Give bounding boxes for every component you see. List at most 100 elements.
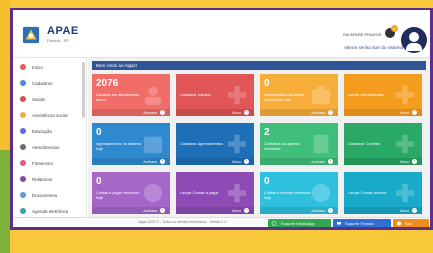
card-contas-receber[interactable]: 0 Contas a receber vencendo hoje Acessar… <box>260 172 338 214</box>
technical-support-button[interactable]: Suporte Técnico <box>333 219 391 227</box>
sidebar-item-financeiro[interactable]: Financeiro <box>13 156 81 170</box>
card-description: Contas a receber vencendo hoje <box>264 191 311 200</box>
card-action[interactable]: Novo <box>400 111 409 115</box>
arrow-right-icon[interactable]: › <box>244 110 249 115</box>
card-agendamentos[interactable]: 0 Agendamentos do sistema hoje Acessar › <box>92 123 170 165</box>
change-password-link[interactable]: Alterar senha <box>344 45 371 50</box>
arrow-right-icon[interactable]: › <box>328 208 333 213</box>
arrow-right-icon[interactable]: › <box>160 159 165 164</box>
chat-icon <box>337 222 341 225</box>
report-icon <box>20 176 26 182</box>
card-action[interactable]: Novo <box>400 160 409 164</box>
card-value: 0 <box>96 127 102 138</box>
arrow-right-icon[interactable]: › <box>244 208 249 213</box>
card-description: Cadastrar Usuário <box>180 93 211 97</box>
sidebar-item-label: Documentos <box>32 192 58 198</box>
sidebar-item-agenda[interactable]: Agenda eletrônica <box>13 204 81 218</box>
card-contas-pagar[interactable]: 0 Contas a pagar vencendo hoje Acessar › <box>92 172 170 214</box>
whatsapp-icon <box>271 221 277 226</box>
calendar-icon <box>143 136 163 154</box>
document-icon <box>20 192 26 198</box>
avatar[interactable] <box>401 27 427 53</box>
card-saude[interactable]: 0 Atendimentos de saúde registrados hoje… <box>260 74 338 116</box>
medkit-icon <box>311 85 331 105</box>
sidebar-item-saude[interactable]: Saúde <box>13 92 81 106</box>
card-cadastrar-contrato[interactable]: Cadastrar Contrato Novo › <box>344 123 422 165</box>
plus-icon <box>395 183 415 203</box>
card-description: Atendimentos de saúde registrados hoje <box>264 93 304 102</box>
arrow-right-icon[interactable]: › <box>160 208 165 213</box>
sidebar-item-label: Educação <box>32 128 53 134</box>
arrow-right-icon[interactable]: › <box>412 159 417 164</box>
arrow-right-icon[interactable]: › <box>244 159 249 164</box>
heart-icon <box>20 96 26 102</box>
welcome-banner: Bem vindo ao Algaz! <box>92 61 426 70</box>
arrow-right-icon[interactable]: › <box>412 208 417 213</box>
footer-copyright: Algaz 2024 © - Todos os direitos reserva… <box>138 220 227 224</box>
card-action[interactable]: Acessar <box>311 111 325 115</box>
dollar-icon <box>143 183 163 203</box>
card-action[interactable]: Acessar <box>143 209 157 213</box>
sidebar-item-cadastros[interactable]: Cadastros <box>13 76 81 90</box>
plus-icon <box>395 134 415 154</box>
card-action[interactable]: Novo <box>232 209 241 213</box>
card-cadastrar-usuario[interactable]: Cadastrar Usuário Novo › <box>176 74 254 116</box>
sidebar-item-label: Início <box>32 64 43 70</box>
money-icon <box>20 160 26 166</box>
sidebar-item-documentos[interactable]: Documentos <box>13 188 81 202</box>
sidebar-item-label: Assistência social <box>32 112 68 118</box>
card-value: 0 <box>96 176 102 187</box>
card-description: Lançar Contas a pagar <box>180 191 219 195</box>
card-action[interactable]: Novo <box>232 111 241 115</box>
sidebar-item-educacao[interactable]: Educação <box>13 124 81 138</box>
card-action[interactable]: Acessar <box>311 209 325 213</box>
card-value: 2 <box>264 127 270 138</box>
sidebar-item-relatorios[interactable]: Relatórios <box>13 172 81 186</box>
document-icon <box>313 134 329 154</box>
card-action[interactable]: Novo <box>232 160 241 164</box>
whatsapp-support-label: Suporte WhatsApp <box>281 221 315 226</box>
sidebar-item-label: Agenda eletrônica <box>32 208 69 214</box>
arrow-right-icon[interactable]: › <box>160 110 165 115</box>
background-strip-green <box>0 150 10 253</box>
card-action[interactable]: Acessar <box>143 160 157 164</box>
dollar-icon <box>311 183 331 203</box>
home-icon <box>20 64 26 70</box>
brand-name: APAE <box>47 25 79 37</box>
sidebar-item-assistencia[interactable]: Assistência social <box>13 108 81 122</box>
plus-icon <box>227 183 247 203</box>
sidebar-item-label: Saúde <box>32 96 46 102</box>
hands-icon <box>20 112 26 118</box>
sidebar-item-label: Cadastros <box>32 80 53 86</box>
card-usuarios[interactable]: 2076 Usuários em atendimento ativos Aces… <box>92 74 170 116</box>
card-action[interactable]: Acessar <box>311 160 325 164</box>
logout-link[interactable]: Sair do sistema <box>372 45 403 50</box>
brand-subtitle: Paraná - SP <box>47 38 69 43</box>
clipboard-icon <box>20 144 26 150</box>
user-body-icon <box>406 43 422 51</box>
card-lancar-contas-receber[interactable]: Lançar Contas receber Novo › <box>344 172 422 214</box>
card-description: Usuários em atendimento ativos <box>96 93 140 102</box>
exit-button[interactable]: Sair <box>393 219 429 227</box>
sidebar-item-inicio[interactable]: Início <box>13 60 81 74</box>
arrow-right-icon[interactable]: › <box>412 110 417 115</box>
card-lancar-contas-pagar[interactable]: Lançar Contas a pagar Novo › <box>176 172 254 214</box>
card-description: Lançar Contas receber <box>348 191 387 195</box>
card-description: Cadastrar Contrato <box>348 142 381 146</box>
calendar-icon <box>20 208 26 214</box>
card-action[interactable]: Novo <box>400 209 409 213</box>
card-value: 2076 <box>96 78 119 89</box>
card-contratos[interactable]: 2 Contratos da agenda eletrônica Acessar… <box>260 123 338 165</box>
card-description: Contas a pagar vencendo hoje <box>96 191 140 200</box>
card-lancar-atendimentos[interactable]: Lançar Atendimentos Novo › <box>344 74 422 116</box>
card-action[interactable]: Acessar <box>143 111 157 115</box>
arrow-right-icon[interactable]: › <box>328 110 333 115</box>
whatsapp-support-button[interactable]: Suporte WhatsApp <box>268 219 331 227</box>
card-value: 0 <box>264 176 270 187</box>
apae-logo-icon <box>22 26 40 44</box>
sidebar-item-atendimentos[interactable]: Atendimentos <box>13 140 81 154</box>
sidebar-scrollbar[interactable] <box>82 62 85 118</box>
card-cadastrar-agendamentos[interactable]: Cadastrar Agendamentos Novo › <box>176 123 254 165</box>
arrow-right-icon[interactable]: › <box>328 159 333 164</box>
card-description: Agendamentos do sistema hoje <box>96 142 141 151</box>
